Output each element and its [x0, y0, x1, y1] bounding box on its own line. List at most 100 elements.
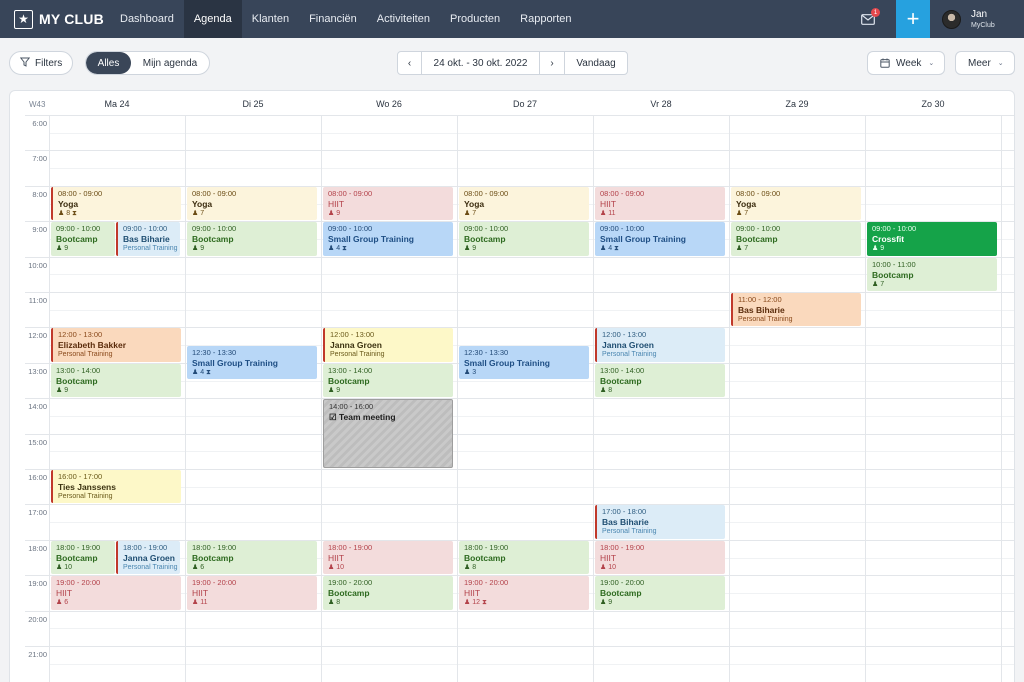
- calendar-event[interactable]: 19:00 - 20:00 HIIT ♟ 11: [187, 576, 317, 610]
- nav-klanten[interactable]: Klanten: [242, 0, 299, 38]
- nav-producten[interactable]: Producten: [440, 0, 510, 38]
- user-club: MyClub: [971, 21, 995, 29]
- hour-label: 15:00: [28, 437, 47, 447]
- filters-button[interactable]: Filters: [9, 51, 73, 75]
- more-button[interactable]: Meer ⌄: [955, 51, 1015, 75]
- calendar-event[interactable]: 09:00 - 10:00 Bootcamp ♟ 9: [51, 222, 115, 256]
- event-time: 09:00 - 10:00: [192, 224, 237, 234]
- calendar-event[interactable]: 13:00 - 14:00 Bootcamp ♟ 8: [595, 363, 725, 398]
- top-navigation: ★ MY CLUB Dashboard Agenda Klanten Finan…: [0, 0, 1024, 38]
- calendar-event[interactable]: 19:00 - 20:00 Bootcamp ♟ 8: [323, 576, 453, 610]
- calendar-event[interactable]: 13:00 - 14:00 Bootcamp ♟ 9: [323, 363, 453, 398]
- nav-financien[interactable]: Financiën: [299, 0, 367, 38]
- calendar-event[interactable]: 09:00 - 10:00 Bootcamp ♟ 9: [459, 222, 589, 256]
- calendar-event[interactable]: 18:00 - 19:00 Bootcamp ♟ 10: [51, 540, 115, 575]
- calendar-event[interactable]: 12:00 - 13:00 Janna Groen Personal Trainin…: [595, 328, 725, 362]
- event-title: Yoga: [736, 198, 757, 209]
- calendar-event[interactable]: 09:00 - 10:00 Bootcamp ♟ 9: [187, 222, 317, 256]
- today-button[interactable]: Vandaag: [565, 52, 627, 74]
- calendar-event[interactable]: 13:00 - 14:00 Bootcamp ♟ 9: [51, 363, 181, 398]
- previous-week-button[interactable]: ‹: [398, 52, 422, 74]
- calendar-event[interactable]: 09:00 - 10:00 Small Group Training ♟ 4 ⧗: [323, 222, 453, 256]
- calendar-event[interactable]: 19:00 - 20:00 HIIT ♟ 12 ⧗: [459, 576, 589, 610]
- calendar-event[interactable]: 19:00 - 20:00 Bootcamp ♟ 9: [595, 576, 725, 610]
- filters-label: Filters: [35, 57, 63, 69]
- view-select[interactable]: Week ⌄: [867, 51, 945, 75]
- calendar-event[interactable]: 18:00 - 19:00 HIIT ♟ 10: [595, 540, 725, 575]
- event-meta: ♟ 9: [600, 599, 613, 607]
- event-time: 11:00 - 12:00: [738, 295, 782, 304]
- calendar-event[interactable]: 12:00 - 13:00 Elizabeth Bakker Personal Tr…: [51, 328, 181, 362]
- day-column-divider: [865, 115, 866, 682]
- calendar-event[interactable]: 12:00 - 13:00 Janna Groen Personal Trainin…: [323, 328, 453, 362]
- day-column-divider: [185, 115, 186, 682]
- calendar-event[interactable]: 18:00 - 19:00 HIIT ♟ 10: [323, 540, 453, 575]
- calendar-grid[interactable]: 6:00 7:00 8:00 9:00 10:00 11:00 12:00 13:00 14:0…: [25, 115, 1014, 682]
- hour-label: 12:00: [28, 331, 47, 341]
- scope-all-button[interactable]: Alles: [86, 52, 131, 74]
- calendar-event[interactable]: 14:00 - 16:00 ☑ Team meeting: [323, 399, 453, 468]
- add-button[interactable]: +: [896, 0, 930, 38]
- calendar-event[interactable]: 10:00 - 11:00 Bootcamp ♟ 7: [867, 257, 997, 291]
- calendar-event[interactable]: 08:00 - 09:00 Yoga ♟ 7: [459, 186, 589, 221]
- half-hour-line: [49, 132, 1014, 134]
- calendar-event[interactable]: 18:00 - 19:00 Janna Groen Personal Trainin…: [116, 540, 180, 575]
- event-time: 09:00 - 10:00: [328, 224, 373, 234]
- hour-label: 6:00: [32, 119, 47, 128]
- app-logo[interactable]: ★ MY CLUB: [0, 0, 110, 38]
- notification-badge: 1: [871, 8, 880, 17]
- more-label: Meer: [968, 57, 991, 69]
- event-time: 18:00 - 19:00: [123, 542, 168, 552]
- calendar-event[interactable]: 08:00 - 09:00 Yoga ♟ 7: [187, 186, 317, 221]
- event-title: Bootcamp: [56, 234, 98, 245]
- calendar-event[interactable]: 08:00 - 09:00 Yoga ♟ 8 ⧗: [51, 186, 181, 221]
- event-time: 16:00 - 17:00: [58, 472, 103, 481]
- event-title: Bootcamp: [600, 375, 642, 386]
- chevron-right-icon: ›: [550, 57, 554, 69]
- hour-label: 18:00: [28, 543, 47, 553]
- next-week-button[interactable]: ›: [540, 52, 565, 74]
- event-time: 08:00 - 09:00: [736, 188, 781, 198]
- event-time: 18:00 - 19:00: [600, 542, 645, 552]
- user-menu[interactable]: Jan MyClub: [930, 0, 1024, 38]
- event-time: 08:00 - 09:00: [192, 188, 237, 198]
- mail-button[interactable]: 1: [849, 0, 887, 38]
- event-title: Bootcamp: [464, 234, 506, 245]
- calendar-event[interactable]: 08:00 - 09:00 Yoga ♟ 7: [731, 186, 861, 221]
- calendar-event[interactable]: 09:00 - 10:00 Small Group Training ♟ 4 ⧗: [595, 222, 725, 256]
- calendar-event[interactable]: 19:00 - 20:00 HIIT ♟ 6: [51, 576, 181, 610]
- event-meta: ♟ 7: [464, 209, 477, 217]
- calendar-icon: [880, 58, 890, 68]
- calendar-event[interactable]: 08:00 - 09:00 HIIT ♟ 11: [595, 186, 725, 221]
- nav-agenda[interactable]: Agenda: [183, 0, 242, 38]
- scope-mine-button[interactable]: Mijn agenda: [131, 58, 209, 69]
- event-title: Small Group Training: [464, 358, 550, 369]
- calendar-event[interactable]: 09:00 - 10:00 Bas Biharie Personal Trainin…: [116, 222, 180, 256]
- day-column-divider: [49, 115, 50, 682]
- calendar-event[interactable]: 09:00 - 10:00 Crossfit ♟ 9: [867, 222, 997, 256]
- half-hour-line: [49, 380, 1014, 382]
- calendar-event[interactable]: 16:00 - 17:00 Ties Janssens Personal Train…: [51, 470, 181, 504]
- calendar-event[interactable]: 11:00 - 12:00 Bas Biharie Personal Trainin…: [731, 293, 861, 327]
- calendar-event[interactable]: 12:30 - 13:30 Small Group Training ♟ 3: [459, 346, 589, 380]
- event-time: 09:00 - 10:00: [464, 224, 509, 234]
- nav-activiteiten[interactable]: Activiteiten: [367, 0, 440, 38]
- event-time: 12:30 - 13:30: [464, 348, 509, 358]
- calendar-event[interactable]: 09:00 - 10:00 Bootcamp ♟ 7: [731, 222, 861, 256]
- calendar-event[interactable]: 17:00 - 18:00 Bas Biharie Personal Trainin…: [595, 505, 725, 539]
- calendar-event[interactable]: 18:00 - 19:00 Bootcamp ♟ 8: [459, 540, 589, 575]
- calendar-event[interactable]: 12:30 - 13:30 Small Group Training ♟ 4 ⧗: [187, 346, 317, 380]
- hour-line: [25, 398, 1014, 400]
- date-navigator: ‹ 24 okt. - 30 okt. 2022 › Vandaag: [397, 51, 628, 75]
- event-title: Crossfit: [872, 234, 905, 245]
- nav-dashboard[interactable]: Dashboard: [110, 0, 184, 38]
- day-header: Zo 30: [921, 99, 945, 109]
- calendar-event[interactable]: 08:00 - 09:00 HIIT ♟ 9: [323, 186, 453, 221]
- event-meta: ♟ 4 ⧗: [600, 245, 619, 253]
- event-title: Bootcamp: [192, 234, 234, 245]
- event-meta: ♟ 10: [56, 563, 73, 571]
- nav-rapporten[interactable]: Rapporten: [510, 0, 581, 38]
- date-range-label[interactable]: 24 okt. - 30 okt. 2022: [422, 52, 540, 74]
- calendar-event[interactable]: 18:00 - 19:00 Bootcamp ♟ 6: [187, 540, 317, 575]
- event-meta: ♟ 12 ⧗: [464, 599, 487, 607]
